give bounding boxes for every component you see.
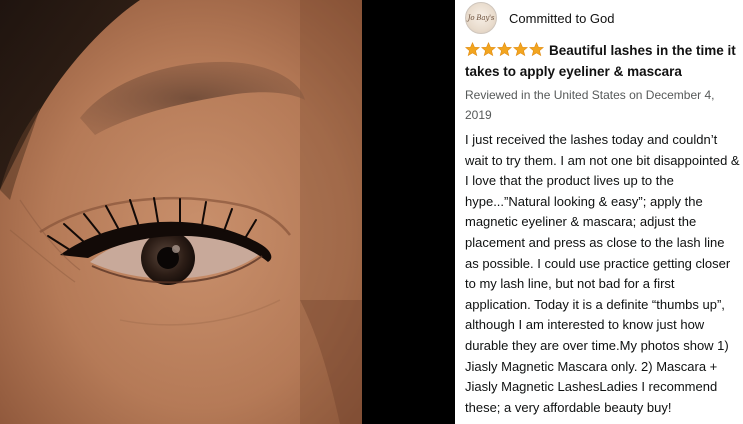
review-image-viewer: Jo Bay's Committed to God Beautiful lash… (0, 0, 743, 424)
avatar-text: Jo Bay's (467, 14, 495, 22)
reviewer-name[interactable]: Committed to God (509, 11, 615, 26)
reviewer-profile[interactable]: Jo Bay's Committed to God (465, 2, 743, 34)
eye-photo-image (0, 0, 362, 424)
star-icon (465, 42, 480, 57)
star-rating (465, 42, 545, 57)
customer-photo[interactable] (0, 0, 362, 424)
review-panel: Jo Bay's Committed to God Beautiful lash… (455, 0, 743, 424)
photo-panel (0, 0, 455, 424)
review-title-row: Beautiful lashes in the time it takes to… (465, 40, 743, 82)
star-icon (481, 42, 496, 57)
star-icon (513, 42, 528, 57)
avatar[interactable]: Jo Bay's (465, 2, 497, 34)
review-body: I just received the lashes today and cou… (465, 132, 740, 415)
review-date: Reviewed in the United States on Decembe… (465, 88, 715, 122)
star-icon (529, 42, 544, 57)
star-icon (497, 42, 512, 57)
